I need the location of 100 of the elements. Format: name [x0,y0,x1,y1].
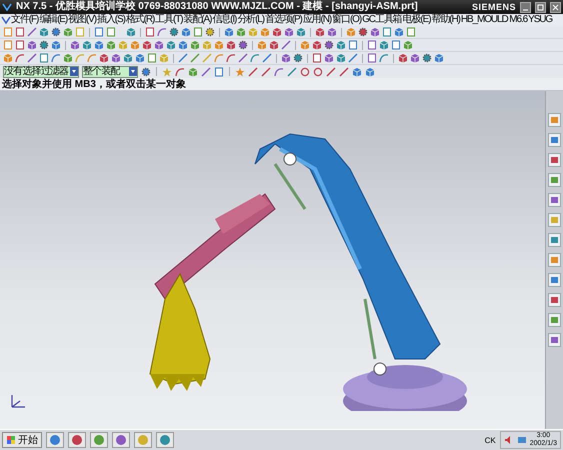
gear-icon[interactable] [324,40,334,50]
cube-icon[interactable] [111,53,121,63]
cube-icon[interactable] [82,40,92,50]
curve-icon[interactable] [51,53,61,63]
taskbar-app-button[interactable] [134,432,152,448]
gear-icon[interactable] [141,66,151,76]
cube-icon[interactable] [166,40,176,50]
menu-item[interactable]: HB_MOULD M6.6 [460,14,528,26]
close-icon[interactable] [550,2,561,12]
cube-icon[interactable] [130,40,140,50]
cube-icon[interactable] [365,66,375,76]
cube-icon[interactable] [315,27,325,37]
cube-icon[interactable] [190,40,200,50]
menu-item[interactable]: 信息(I) [212,14,238,26]
cube-icon[interactable] [39,27,49,37]
line-icon[interactable] [238,53,248,63]
gear-icon[interactable] [358,27,368,37]
cube-icon[interactable] [226,40,236,50]
cube-icon[interactable] [324,53,334,63]
gear-icon[interactable] [422,53,432,63]
cube-icon[interactable] [281,53,291,63]
circle-icon[interactable] [313,66,323,76]
cube-icon[interactable] [272,27,282,37]
taskbar-app-button[interactable] [68,432,86,448]
filter-dropdown[interactable]: 整个装配 [82,66,138,78]
gear-icon[interactable] [169,27,179,37]
line-icon[interactable] [190,53,200,63]
menu-item[interactable]: 工具(T) [155,14,184,26]
menu-item[interactable]: 窗口(O) [332,14,362,26]
taskbar-app-button[interactable] [156,432,174,448]
cube-icon[interactable] [99,53,109,63]
menu-item[interactable]: 电极(E) [402,14,432,26]
star-icon[interactable] [235,66,245,76]
cube-icon[interactable] [434,53,444,63]
graphics-viewport[interactable] [0,91,545,429]
language-indicator[interactable]: CK [484,436,496,444]
taskbar-app-button[interactable] [112,432,130,448]
cube-icon[interactable] [51,40,61,50]
line-icon[interactable] [326,66,336,76]
sheet-icon[interactable] [145,27,155,37]
cube-icon[interactable] [336,40,346,50]
line-icon[interactable] [348,53,358,63]
cube-icon[interactable] [224,27,234,37]
sheet-icon[interactable] [39,53,49,63]
cube-icon[interactable] [123,53,133,63]
cube-icon[interactable] [379,40,389,50]
menu-item[interactable]: 首选项(P) [265,14,303,26]
curve-icon[interactable] [250,53,260,63]
gear-icon[interactable] [238,40,248,50]
line-icon[interactable] [262,53,272,63]
menu-item[interactable]: 装配(A) [183,14,212,26]
minimize-icon[interactable] [520,2,531,12]
filter-dropdown[interactable]: 没有选择过滤器 [3,66,79,78]
cube-icon[interactable] [352,66,362,76]
cube-icon[interactable] [403,40,413,50]
cube-icon[interactable] [27,40,37,50]
cube-icon[interactable] [236,27,246,37]
cube-icon[interactable] [94,40,104,50]
start-button[interactable]: 开始 [2,432,42,448]
line-icon[interactable] [261,66,271,76]
cube-icon[interactable] [410,53,420,63]
cube-icon[interactable] [257,40,267,50]
sheet-icon[interactable] [193,27,203,37]
cube-icon[interactable] [106,40,116,50]
cube-icon[interactable] [394,27,404,37]
menu-item[interactable]: 编辑(E) [39,14,68,26]
cube-icon[interactable] [118,40,128,50]
circle-icon[interactable] [300,66,310,76]
line-icon[interactable] [201,66,211,76]
curve-icon[interactable] [175,66,185,76]
line-icon[interactable] [248,66,258,76]
sheet-icon[interactable] [147,53,157,63]
network-icon[interactable] [516,435,527,445]
cube-icon[interactable] [296,27,306,37]
cube-icon[interactable] [327,27,337,37]
maximize-icon[interactable] [535,2,546,12]
cube-icon[interactable] [126,27,136,37]
menu-item[interactable]: 应用(N) [302,14,332,26]
cube-icon[interactable] [142,40,152,50]
menu-item[interactable]: GC工具箱 [362,14,403,26]
menu-item[interactable]: 视图(V) [68,14,97,26]
cube-icon[interactable] [159,53,169,63]
cube-icon[interactable] [370,27,380,37]
curve-icon[interactable] [15,53,25,63]
cube-icon[interactable] [3,53,13,63]
cube-icon[interactable] [188,66,198,76]
sheet-icon[interactable] [214,66,224,76]
curve-icon[interactable] [157,27,167,37]
menu-item[interactable]: 分析(L) [237,14,266,26]
cube-icon[interactable] [269,40,279,50]
gear-icon[interactable] [205,27,215,37]
cube-icon[interactable] [260,27,270,37]
menu-item[interactable]: 插入(S) [96,14,126,26]
menu-item[interactable]: YSUG [528,14,554,26]
line-icon[interactable] [27,27,37,37]
taskbar-app-button[interactable] [46,432,64,448]
menu-item[interactable]: 格式(R) [126,14,156,26]
cube-icon[interactable] [398,53,408,63]
curve-icon[interactable] [274,66,284,76]
line-icon[interactable] [27,53,37,63]
